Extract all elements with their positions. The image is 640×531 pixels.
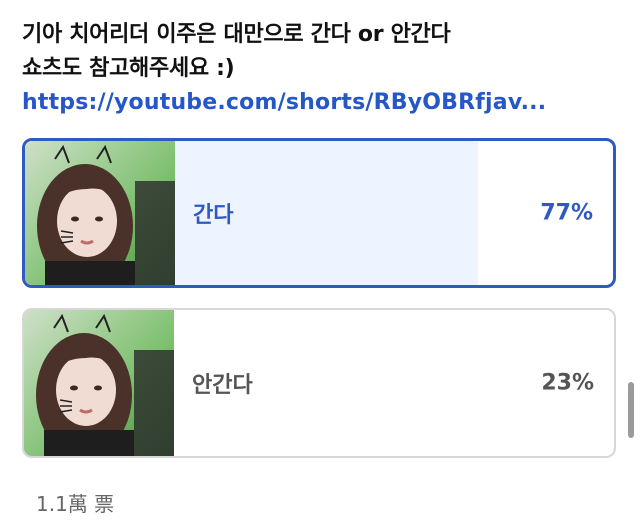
post-title-line-2: 쇼츠도 참고해주세요 :) [22,56,235,81]
option-label: 간다 [193,203,234,228]
poll-option-go[interactable]: 간다 77% [22,138,616,288]
option-percent: 77% [540,200,593,226]
cheerleader-photo-icon [24,310,174,456]
vote-count: 1.1萬 票 [36,492,115,516]
scrollbar[interactable] [628,382,634,438]
post-title-line-1: 기아 치어리더 이주은 대만으로 간다 or 안간다 [22,22,451,47]
option-thumbnail [25,141,175,285]
option-thumbnail [24,310,174,456]
poll-post: 기아 치어리더 이주은 대만으로 간다 or 안간다 쇼츠도 참고해주세요 :)… [0,0,640,531]
option-percent: 23% [541,370,594,396]
youtube-link[interactable]: https://youtube.com/shorts/RByOBRfjav... [22,86,622,120]
post-body: 기아 치어리더 이주은 대만으로 간다 or 안간다 쇼츠도 참고해주세요 :)… [22,18,622,120]
option-label: 안간다 [192,373,253,398]
cheerleader-photo-icon [25,141,175,285]
poll-option-not-go[interactable]: 안간다 23% [22,308,616,458]
